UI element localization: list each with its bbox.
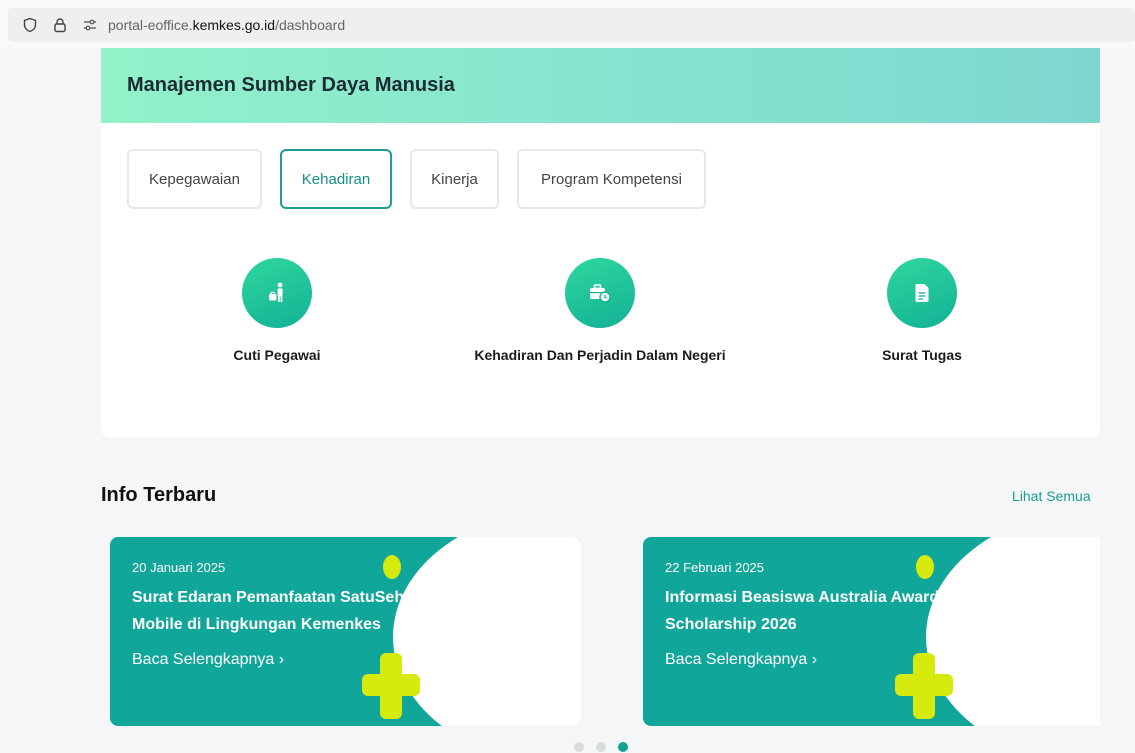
news-headline[interactable]: Informasi Beasiswa Australia Awards Scho… [665, 584, 985, 638]
browser-toolbar: portal-eoffice.kemkes.go.id/dashboard [0, 0, 1135, 48]
menu-label-surat-tugas: Surat Tugas [882, 347, 962, 363]
menu-surat-tugas[interactable]: Surat Tugas [792, 258, 1052, 366]
news-card[interactable]: 22 Februari 2025 Informasi Beasiswa Aust… [643, 537, 1100, 726]
carousel-dot[interactable] [574, 742, 584, 752]
menu-label-kehadiran-perjadin: Kehadiran Dan Perjadin Dalam Negeri [474, 347, 726, 363]
chevron-right-icon: › [811, 651, 818, 668]
tab-program-kompetensi[interactable]: Program Kompetensi [517, 149, 706, 209]
chevron-right-icon: › [278, 651, 285, 668]
news-date: 20 Januari 2025 [132, 560, 226, 575]
news-headline[interactable]: Surat Edaran Pemanfaatan SatuSehat Mobil… [132, 584, 452, 638]
url-path: /dashboard [275, 17, 346, 33]
lock-icon[interactable] [52, 17, 68, 33]
menu-cuti-pegawai[interactable]: Cuti Pegawai [147, 258, 407, 366]
carousel-dot-active[interactable] [618, 742, 628, 752]
see-all-link[interactable]: Lihat Semua [1012, 488, 1091, 504]
hr-module-card: Manajemen Sumber Daya Manusia Kepegawaia… [101, 48, 1100, 438]
url-domain: kemkes.go.id [192, 17, 276, 33]
read-more-link[interactable]: Baca Selengkapnya › [132, 651, 284, 669]
menu-kehadiran-perjadin[interactable]: Kehadiran Dan Perjadin Dalam Negeri [470, 258, 730, 366]
module-header: Manajemen Sumber Daya Manusia [101, 48, 1100, 123]
carousel-pagination [574, 742, 640, 752]
tab-kehadiran[interactable]: Kehadiran [280, 149, 392, 209]
read-more-link[interactable]: Baca Selengkapnya › [665, 651, 817, 669]
tab-kepegawaian[interactable]: Kepegawaian [127, 149, 262, 209]
decoration-dot [383, 555, 401, 579]
news-card[interactable]: 20 Januari 2025 Surat Edaran Pemanfaatan… [110, 537, 581, 726]
briefcase-clock-icon[interactable] [565, 258, 635, 328]
decoration-plus [895, 674, 953, 696]
news-date: 22 Februari 2025 [665, 560, 765, 575]
read-more-label: Baca Selengkapnya [132, 651, 275, 668]
tab-kinerja[interactable]: Kinerja [410, 149, 499, 209]
carousel-dot[interactable] [596, 742, 606, 752]
module-tabs: Kepegawaian Kehadiran Kinerja Program Ko… [127, 149, 724, 209]
shield-icon[interactable] [22, 17, 38, 33]
info-section-title: Info Terbaru [101, 484, 217, 506]
person-leave-icon[interactable] [242, 258, 312, 328]
read-more-label: Baca Selengkapnya [665, 651, 808, 668]
url-text[interactable]: portal-eoffice.kemkes.go.id/dashboard [108, 17, 345, 33]
url-prefix: portal-eoffice. [108, 17, 193, 33]
menu-label-cuti-pegawai: Cuti Pegawai [233, 347, 321, 363]
decoration-plus [362, 674, 420, 696]
decoration-dot [916, 555, 934, 579]
address-bar[interactable]: portal-eoffice.kemkes.go.id/dashboard [8, 8, 1135, 42]
module-title: Manajemen Sumber Daya Manusia [127, 74, 455, 96]
document-icon[interactable] [887, 258, 957, 328]
site-settings-icon[interactable] [82, 17, 98, 33]
